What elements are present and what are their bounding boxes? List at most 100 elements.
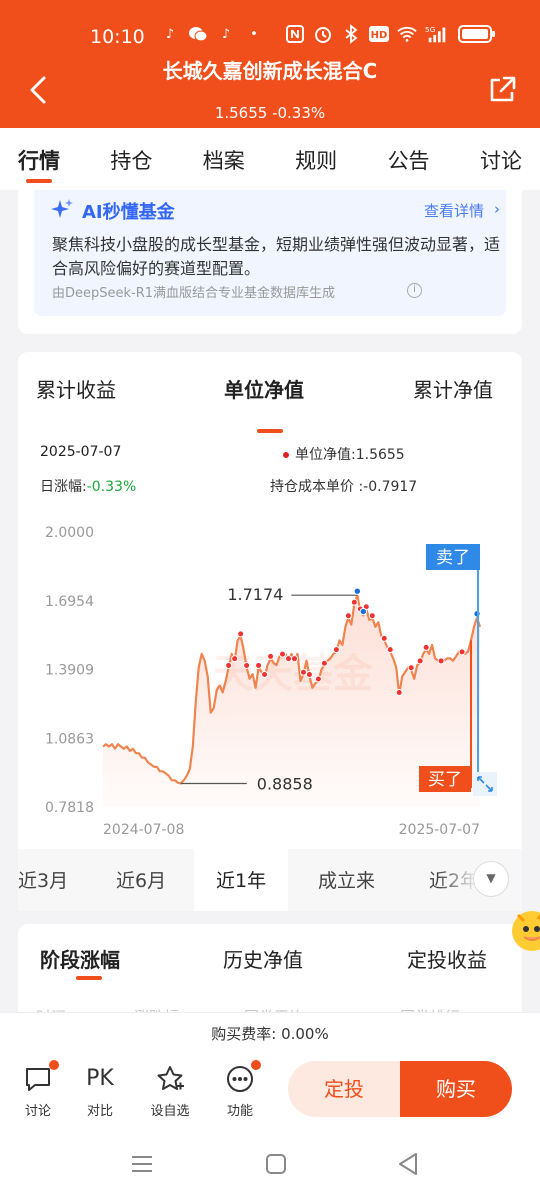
chevron-right-icon[interactable]: › bbox=[494, 200, 500, 218]
back-triangle-icon[interactable] bbox=[394, 1150, 422, 1178]
star-plus-icon bbox=[155, 1064, 185, 1094]
nav-chart[interactable]: 2.0000 1.6954 1.3909 1.0863 0.7818 2024-07-08… bbox=[18, 512, 522, 842]
alarm-icon bbox=[313, 24, 333, 44]
trade-dot bbox=[231, 655, 239, 663]
stage-tab-sip[interactable]: 定投收益 bbox=[407, 944, 487, 973]
sell-marker-label: 卖了 bbox=[436, 548, 470, 568]
nav-chart-card: 累计收益 单位净值 累计净值 2025-07-07 单位净值:1.5655 日涨… bbox=[18, 352, 522, 911]
tab-profile[interactable]: 档案 bbox=[203, 128, 245, 190]
ai-summary-card: AI秒懂基金 查看详情 › 聚焦科技小盘股的成长型基金，短期业绩弹性强但波动显著… bbox=[18, 190, 522, 334]
y-tick-label: 1.0863 bbox=[45, 731, 94, 747]
chart-tab-cumulative-nav[interactable]: 累计净值 bbox=[413, 374, 493, 403]
tab-active-indicator bbox=[26, 179, 52, 183]
trade-dot bbox=[344, 612, 352, 620]
sip-button[interactable]: 定投 bbox=[288, 1061, 400, 1117]
x-tick-label-start: 2024-07-08 bbox=[103, 822, 184, 838]
compare-button[interactable]: PK 对比 bbox=[70, 1064, 130, 1119]
share-button[interactable] bbox=[484, 72, 520, 108]
pk-icon: PK bbox=[86, 1066, 114, 1091]
ai-card-title: AI秒懂基金 bbox=[82, 202, 175, 223]
trade-dot bbox=[368, 612, 376, 620]
buy-marker-label: 买了 bbox=[428, 770, 462, 790]
chart-tabs: 累计收益 单位净值 累计净值 bbox=[18, 374, 522, 433]
trade-dot bbox=[279, 650, 287, 658]
sparkle-icon bbox=[51, 199, 73, 218]
range-since-inception[interactable]: 成立来 bbox=[318, 866, 375, 893]
stage-tab-history[interactable]: 历史净值 bbox=[223, 944, 303, 973]
trade-dot bbox=[395, 689, 403, 697]
chart-tab-unit-nav[interactable]: 单位净值 bbox=[224, 374, 304, 403]
trade-dot bbox=[386, 646, 394, 654]
network-label: 5G bbox=[425, 25, 436, 34]
nfc-icon bbox=[285, 24, 305, 44]
menu-icon[interactable] bbox=[128, 1150, 156, 1178]
fund-price-change: 1.5655 -0.33% bbox=[214, 104, 326, 122]
range-1y[interactable]: 近1年 bbox=[194, 849, 289, 911]
trade-dot bbox=[225, 661, 233, 669]
wifi-icon bbox=[397, 24, 417, 44]
battery-icon bbox=[457, 24, 497, 44]
buy-button[interactable]: 购买 bbox=[400, 1061, 512, 1117]
trade-dot bbox=[380, 634, 388, 642]
mascot-icon[interactable] bbox=[504, 905, 540, 965]
stage-tab-returns[interactable]: 阶段涨幅 bbox=[40, 944, 120, 973]
tab-notices[interactable]: 公告 bbox=[388, 128, 430, 190]
y-tick-label: 1.6954 bbox=[45, 594, 94, 610]
chat-bubble-icon bbox=[23, 1060, 59, 1094]
x-tick-label-end: 2025-07-07 bbox=[399, 822, 480, 838]
home-icon[interactable] bbox=[262, 1150, 290, 1178]
hd-icon: HD bbox=[369, 24, 389, 44]
chart-tab-cumulative-return[interactable]: 累计收益 bbox=[36, 374, 116, 403]
range-3m[interactable]: 近3月 bbox=[18, 866, 68, 893]
sell-dot bbox=[359, 607, 368, 616]
tiktok-icon: ♪ bbox=[165, 26, 175, 42]
chart-info-date: 2025-07-07 bbox=[40, 444, 122, 460]
more-functions-button[interactable]: 功能 bbox=[210, 1060, 270, 1119]
chevron-down-icon[interactable]: ▼ bbox=[473, 861, 509, 897]
sell-dot bbox=[353, 587, 362, 595]
trade-dot bbox=[416, 657, 424, 665]
trade-dot bbox=[314, 675, 322, 683]
chart-info-nav: 单位净值:1.5655 bbox=[283, 444, 405, 464]
trade-dot bbox=[290, 655, 298, 663]
main-tabs: 行情 持仓 档案 规则 公告 讨论 bbox=[0, 128, 540, 190]
notification-dot bbox=[49, 1060, 59, 1070]
trade-dot bbox=[267, 652, 275, 660]
y-tick-label: 1.3909 bbox=[45, 663, 94, 679]
range-6m[interactable]: 近6月 bbox=[116, 866, 166, 893]
share-icon bbox=[490, 76, 516, 102]
trade-dot bbox=[237, 630, 245, 638]
tab-discussion[interactable]: 讨论 bbox=[480, 128, 522, 190]
discuss-button[interactable]: 讨论 bbox=[8, 1060, 68, 1119]
status-time: 10:10 bbox=[90, 26, 145, 48]
max-label: 1.7174 bbox=[227, 585, 283, 604]
status-bar: 10:10 ♪ ♪ • HD 5G bbox=[0, 18, 540, 54]
ai-description: 聚焦科技小盘股的成长型基金，短期业绩弹性强但波动显著，适合高风险偏好的赛道型配置… bbox=[52, 235, 501, 278]
trade-dot bbox=[458, 648, 466, 656]
app-header: 10:10 ♪ ♪ • HD 5G 长城久嘉创新成长混合C 1.5655 -0.… bbox=[0, 0, 540, 128]
ai-details-link[interactable]: 查看详情 bbox=[424, 200, 484, 221]
info-icon[interactable]: i bbox=[407, 283, 422, 298]
ai-source-note: 由DeepSeek-R1满血版结合专业基金数据库生成 bbox=[52, 286, 336, 301]
trade-dot bbox=[422, 643, 430, 651]
add-watchlist-button[interactable]: 设自选 bbox=[140, 1064, 200, 1119]
trade-dot bbox=[299, 668, 307, 676]
stage-card: 阶段涨幅 历史净值 定投收益 时间 涨跌幅 同类平均 同类排行 bbox=[18, 924, 522, 1026]
system-nav-bar bbox=[0, 1128, 540, 1200]
tab-holdings[interactable]: 持仓 bbox=[110, 128, 152, 190]
y-tick-label: 0.7818 bbox=[45, 800, 94, 816]
svg-text:HD: HD bbox=[371, 30, 388, 41]
red-dot-icon bbox=[283, 452, 289, 458]
min-label: 0.8858 bbox=[257, 774, 313, 793]
purchase-fee: 购买费率: 0.00% bbox=[0, 1012, 540, 1054]
trade-dot bbox=[332, 646, 340, 654]
trade-dot bbox=[243, 661, 251, 669]
bluetooth-icon bbox=[341, 24, 361, 44]
dot-icon: • bbox=[250, 26, 258, 42]
tab-quote[interactable]: 行情 bbox=[18, 128, 60, 190]
bottom-toolbar: 讨论 PK 对比 设自选 功能 定投 购买 bbox=[0, 1054, 540, 1128]
y-tick-label: 2.0000 bbox=[45, 525, 94, 541]
more-dots-icon bbox=[225, 1060, 261, 1094]
trade-dot bbox=[437, 657, 445, 665]
tab-rules[interactable]: 规则 bbox=[295, 128, 337, 190]
